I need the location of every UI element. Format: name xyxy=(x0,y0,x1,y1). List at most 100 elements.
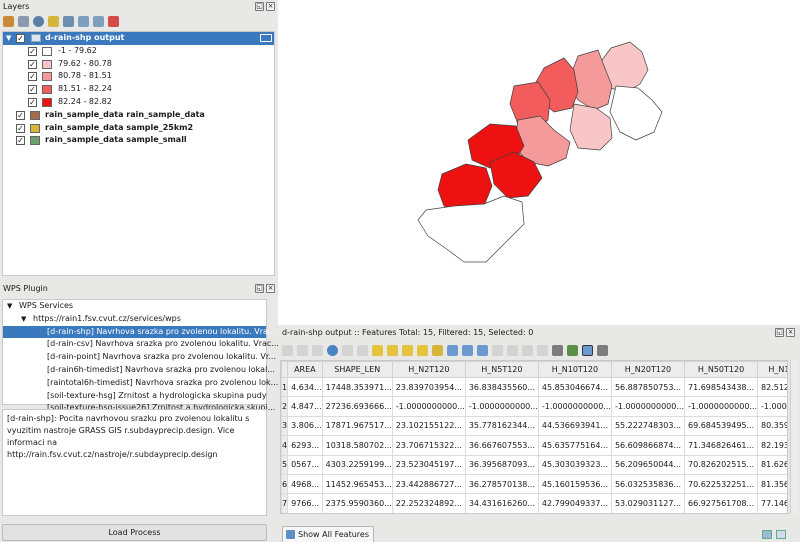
table-cell[interactable]: 71.346826461... xyxy=(683,435,759,456)
visibility-icon[interactable] xyxy=(33,16,44,27)
table-cell[interactable]: -1.0000000000... xyxy=(391,396,466,417)
column-header[interactable]: H_N100T120 xyxy=(757,361,787,378)
paste-icon[interactable] xyxy=(507,345,518,356)
table-cell[interactable]: 4303.2259199... xyxy=(321,454,393,475)
table-cell[interactable]: 56.032535836... xyxy=(610,473,685,495)
actions-icon[interactable] xyxy=(597,345,608,356)
table-row[interactable]: 2 4.847... 27236.693666... -1.0000000000..… xyxy=(281,396,787,417)
editing-indicator-icon[interactable] xyxy=(260,34,272,42)
float-panel-icon[interactable]: ◱ xyxy=(775,328,784,337)
wps-process-item[interactable]: [d-rain-csv] Navrhova srazka pro zvoleno… xyxy=(3,338,279,351)
layer-row[interactable]: ✓ rain_sample_data sample_small xyxy=(3,134,274,147)
table-cell[interactable]: 17871.967517... xyxy=(321,415,393,437)
layer-checkbox[interactable]: ✓ xyxy=(16,136,25,146)
new-field-icon[interactable] xyxy=(522,345,533,356)
table-cell[interactable]: 23.442886727... xyxy=(391,473,466,495)
dock-table-icon[interactable] xyxy=(582,345,593,356)
table-cell[interactable]: 77.146424543... xyxy=(757,493,787,513)
invert-selection-icon[interactable] xyxy=(402,345,413,356)
map-canvas[interactable] xyxy=(278,0,800,325)
deselect-all-icon[interactable] xyxy=(417,345,428,356)
class-checkbox[interactable]: ✓ xyxy=(28,46,37,56)
save-edits-icon[interactable] xyxy=(312,345,323,356)
class-checkbox[interactable]: ✓ xyxy=(28,59,37,69)
column-header[interactable]: SHAPE_LEN xyxy=(321,361,393,378)
table-cell[interactable]: 36.838435560... xyxy=(464,376,539,398)
table-cell[interactable]: 56.209650044... xyxy=(610,454,685,475)
expand-all-icon[interactable] xyxy=(78,16,89,27)
table-cell[interactable]: -1.0000000000... xyxy=(464,396,539,417)
copy-icon[interactable] xyxy=(492,345,503,356)
table-cell[interactable]: -1.0000000000... xyxy=(537,396,612,417)
table-cell[interactable]: 82.512661215... xyxy=(757,376,787,398)
table-cell[interactable]: -1.0000000000... xyxy=(683,396,759,417)
wps-process-item[interactable]: [d-rain-shp] Navrhova srazka pro zvoleno… xyxy=(3,325,276,339)
move-selection-icon[interactable] xyxy=(447,345,458,356)
table-row[interactable]: 5 0567... 4303.2259199... 23.523045197... 3… xyxy=(281,454,787,475)
collapse-all-icon[interactable] xyxy=(93,16,104,27)
collapse-arrow-icon[interactable]: ▼ xyxy=(6,32,11,45)
field-calculator-icon[interactable] xyxy=(552,345,563,356)
table-cell[interactable]: 4.847... xyxy=(287,396,323,417)
table-cell[interactable]: 2375.9590360... xyxy=(321,493,393,513)
delete-feature-icon[interactable] xyxy=(357,345,368,356)
column-header[interactable]: H_N10T120 xyxy=(537,361,612,378)
table-cell[interactable]: 23.839703954... xyxy=(391,376,466,398)
table-cell[interactable]: 53.029031127... xyxy=(610,493,685,513)
column-header[interactable]: H_N5T120 xyxy=(464,361,539,378)
select-all-icon[interactable] xyxy=(387,345,398,356)
layer-row[interactable]: ✓ rain_sample_data sample_25km2 xyxy=(3,122,274,135)
table-row[interactable]: 3 3.806... 17871.967517... 23.102155122...… xyxy=(281,415,787,437)
attribute-grid[interactable]: AREA SHAPE_LEN H_N2T120 H_N5T120 H_N10T1… xyxy=(280,360,788,514)
wps-services-node[interactable]: ▼ WPS Services xyxy=(3,300,266,313)
table-cell[interactable]: 66.927561708... xyxy=(683,493,759,513)
zoom-to-selected-icon[interactable] xyxy=(477,345,488,356)
load-process-button[interactable]: Load Process xyxy=(2,524,267,541)
add-feature-icon[interactable] xyxy=(342,345,353,356)
table-cell[interactable]: 36.395687093... xyxy=(464,454,539,475)
legend-row[interactable]: ✓ 82.24 - 82.82 xyxy=(3,96,274,109)
column-header[interactable]: H_N2T120 xyxy=(391,361,466,378)
layer-checkbox[interactable]: ✓ xyxy=(16,110,25,120)
table-cell[interactable]: 27236.693666... xyxy=(321,396,393,417)
legend-row[interactable]: ✓ 80.78 - 81.51 xyxy=(3,70,274,83)
add-group-icon[interactable] xyxy=(18,16,29,27)
legend-row[interactable]: ✓ -1 - 79.62 xyxy=(3,45,274,58)
filter-icon[interactable] xyxy=(48,16,59,27)
table-cell[interactable]: 23.523045197... xyxy=(391,454,466,475)
table-cell[interactable]: 35.778162344... xyxy=(464,415,539,437)
table-cell[interactable]: 23.706715322... xyxy=(391,435,466,456)
table-row[interactable]: 7 9766... 2375.9590360... 22.252324892... 3… xyxy=(281,493,787,513)
table-cell[interactable]: -1.0000000000... xyxy=(610,396,685,417)
select-expression-icon[interactable] xyxy=(372,345,383,356)
table-cell[interactable]: 11452.965453... xyxy=(321,473,393,495)
conditional-formatting-icon[interactable] xyxy=(567,345,578,356)
table-row[interactable]: 4 6293... 10318.580702... 23.706715322... 3… xyxy=(281,435,787,456)
table-cell[interactable]: 70.826202515... xyxy=(683,454,759,475)
class-checkbox[interactable]: ✓ xyxy=(28,97,37,107)
table-cell[interactable]: 80.359063846... xyxy=(757,415,787,437)
toggle-editing-icon[interactable] xyxy=(282,345,293,356)
wps-server-node[interactable]: ▼ https://rain1.fsv.cvut.cz/services/wps xyxy=(3,313,266,326)
table-cell[interactable]: 56.887850753... xyxy=(610,376,685,398)
table-cell[interactable]: 0567... xyxy=(287,454,323,475)
table-row[interactable]: 6 4968... 11452.965453... 23.442886727... 3… xyxy=(281,473,787,495)
table-cell[interactable]: 17448.353971... xyxy=(321,376,393,398)
table-cell[interactable]: 81.356608536... xyxy=(757,473,787,495)
style-icon[interactable] xyxy=(3,16,14,27)
filter-icon[interactable] xyxy=(432,345,443,356)
collapse-arrow-icon[interactable]: ▼ xyxy=(21,313,26,326)
layer-row[interactable]: ✓ rain_sample_data rain_sample_data xyxy=(3,109,274,122)
table-row[interactable]: 1 4.634... 17448.353971... 23.839703954...… xyxy=(281,376,787,398)
close-panel-icon[interactable]: × xyxy=(266,2,275,11)
table-cell[interactable]: 36.667607553... xyxy=(464,435,539,456)
table-cell[interactable]: 56.609866874... xyxy=(610,435,685,456)
filter-legend-icon[interactable] xyxy=(63,16,74,27)
column-header[interactable]: H_N50T120 xyxy=(683,361,759,378)
close-panel-icon[interactable]: × xyxy=(786,328,795,337)
float-panel-icon[interactable]: ◱ xyxy=(255,2,264,11)
table-cell[interactable]: 81.626599116... xyxy=(757,454,787,475)
wps-process-item[interactable]: [soil-texture-hsg] Zrnitost a hydrologic… xyxy=(3,390,267,403)
table-cell[interactable]: 6293... xyxy=(287,435,323,456)
table-cell[interactable]: 36.278570138... xyxy=(464,473,539,495)
